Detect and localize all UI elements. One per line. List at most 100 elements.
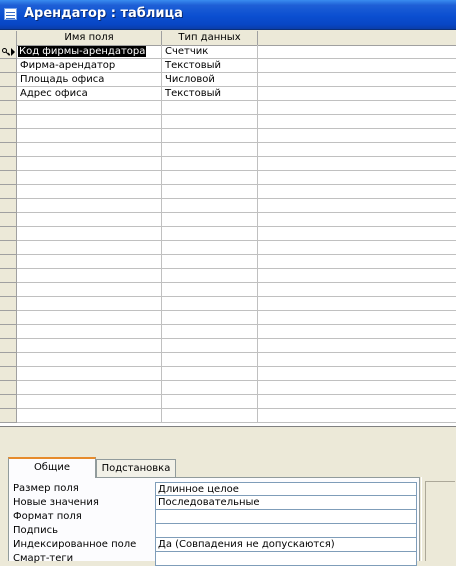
field-name-cell[interactable] bbox=[17, 129, 162, 143]
empty-field-row[interactable] bbox=[0, 157, 456, 171]
field-name-cell[interactable]: Адрес офиса bbox=[17, 87, 162, 101]
data-type-cell[interactable] bbox=[162, 339, 258, 353]
field-name-cell[interactable]: Площадь офиса bbox=[17, 73, 162, 87]
row-selector[interactable] bbox=[0, 241, 17, 255]
field-name-cell[interactable]: Фирма-арендатор bbox=[17, 59, 162, 73]
description-cell[interactable] bbox=[258, 45, 456, 59]
empty-field-row[interactable] bbox=[0, 115, 456, 129]
description-cell[interactable] bbox=[258, 339, 456, 353]
row-selector[interactable] bbox=[0, 283, 17, 297]
property-row[interactable]: Формат поля bbox=[13, 510, 427, 524]
data-type-cell[interactable] bbox=[162, 381, 258, 395]
property-row[interactable]: Индексированное поле Да (Совпадения не до… bbox=[13, 538, 427, 552]
data-type-cell[interactable] bbox=[162, 199, 258, 213]
empty-field-row[interactable] bbox=[0, 143, 456, 157]
description-cell[interactable] bbox=[258, 409, 456, 423]
property-value-field[interactable]: Длинное целое bbox=[155, 482, 417, 496]
field-name-cell[interactable] bbox=[17, 157, 162, 171]
empty-field-row[interactable] bbox=[0, 353, 456, 367]
empty-field-row[interactable] bbox=[0, 171, 456, 185]
property-row[interactable]: Подпись bbox=[13, 524, 427, 538]
tab-lookup[interactable]: Подстановка bbox=[96, 459, 176, 477]
row-selector[interactable] bbox=[0, 367, 17, 381]
row-selector[interactable] bbox=[0, 199, 17, 213]
empty-field-row[interactable] bbox=[0, 409, 456, 423]
empty-field-row[interactable] bbox=[0, 367, 456, 381]
row-selector[interactable] bbox=[0, 73, 17, 87]
description-cell[interactable] bbox=[258, 73, 456, 87]
row-selector[interactable] bbox=[0, 87, 17, 101]
row-selector[interactable] bbox=[0, 185, 17, 199]
empty-field-row[interactable] bbox=[0, 241, 456, 255]
data-type-cell[interactable] bbox=[162, 115, 258, 129]
description-cell[interactable] bbox=[258, 395, 456, 409]
description-cell[interactable] bbox=[258, 171, 456, 185]
title-bar[interactable]: Арендатор : таблица bbox=[0, 0, 456, 30]
description-cell[interactable] bbox=[258, 227, 456, 241]
data-type-cell[interactable] bbox=[162, 157, 258, 171]
field-name-cell[interactable] bbox=[17, 325, 162, 339]
field-name-cell[interactable]: Код фирмы-арендатора bbox=[17, 45, 162, 59]
empty-field-row[interactable] bbox=[0, 213, 456, 227]
row-selector[interactable] bbox=[0, 381, 17, 395]
property-value-field[interactable] bbox=[155, 510, 417, 524]
property-value-field[interactable]: Да (Совпадения не допускаются) bbox=[155, 538, 417, 552]
field-name-cell[interactable] bbox=[17, 269, 162, 283]
empty-field-row[interactable] bbox=[0, 297, 456, 311]
empty-field-row[interactable] bbox=[0, 101, 456, 115]
row-selector[interactable] bbox=[0, 325, 17, 339]
data-type-cell[interactable]: Текстовый bbox=[162, 87, 258, 101]
field-name-cell[interactable] bbox=[17, 143, 162, 157]
field-name-cell[interactable] bbox=[17, 171, 162, 185]
data-type-cell[interactable] bbox=[162, 143, 258, 157]
row-selector[interactable] bbox=[0, 115, 17, 129]
field-name-cell[interactable] bbox=[17, 241, 162, 255]
column-header-data-type[interactable]: Тип данных bbox=[162, 31, 258, 45]
data-type-cell[interactable] bbox=[162, 367, 258, 381]
row-selector[interactable] bbox=[0, 311, 17, 325]
data-type-cell[interactable]: Числовой bbox=[162, 73, 258, 87]
tab-general[interactable]: Общие bbox=[8, 457, 96, 478]
row-selector[interactable] bbox=[0, 409, 17, 423]
row-selector[interactable] bbox=[0, 143, 17, 157]
field-name-cell[interactable] bbox=[17, 297, 162, 311]
data-type-cell[interactable] bbox=[162, 269, 258, 283]
field-name-cell[interactable] bbox=[17, 339, 162, 353]
description-cell[interactable] bbox=[258, 157, 456, 171]
description-cell[interactable] bbox=[258, 101, 456, 115]
row-selector[interactable] bbox=[0, 353, 17, 367]
field-row[interactable]: Фирма-арендатор Текстовый bbox=[0, 59, 456, 73]
data-type-cell[interactable] bbox=[162, 283, 258, 297]
empty-field-row[interactable] bbox=[0, 185, 456, 199]
row-selector[interactable] bbox=[0, 157, 17, 171]
description-cell[interactable] bbox=[258, 255, 456, 269]
empty-field-row[interactable] bbox=[0, 283, 456, 297]
data-type-cell[interactable] bbox=[162, 255, 258, 269]
empty-field-row[interactable] bbox=[0, 339, 456, 353]
description-cell[interactable] bbox=[258, 367, 456, 381]
empty-field-row[interactable] bbox=[0, 129, 456, 143]
empty-field-row[interactable] bbox=[0, 311, 456, 325]
description-cell[interactable] bbox=[258, 381, 456, 395]
data-type-cell[interactable] bbox=[162, 129, 258, 143]
field-name-cell[interactable] bbox=[17, 199, 162, 213]
description-cell[interactable] bbox=[258, 87, 456, 101]
description-cell[interactable] bbox=[258, 185, 456, 199]
field-name-cell[interactable] bbox=[17, 283, 162, 297]
data-type-cell[interactable]: Текстовый bbox=[162, 59, 258, 73]
description-cell[interactable] bbox=[258, 199, 456, 213]
data-type-cell[interactable] bbox=[162, 409, 258, 423]
data-type-cell[interactable] bbox=[162, 171, 258, 185]
field-row[interactable]: Площадь офиса Числовой bbox=[0, 73, 456, 87]
select-all-corner[interactable] bbox=[0, 31, 17, 45]
field-name-cell[interactable] bbox=[17, 255, 162, 269]
description-cell[interactable] bbox=[258, 115, 456, 129]
data-type-cell[interactable] bbox=[162, 353, 258, 367]
empty-field-row[interactable] bbox=[0, 227, 456, 241]
field-name-cell[interactable] bbox=[17, 395, 162, 409]
field-row[interactable]: Адрес офиса Текстовый bbox=[0, 87, 456, 101]
property-row[interactable]: Новые значения Последовательные bbox=[13, 496, 427, 510]
data-type-cell[interactable] bbox=[162, 241, 258, 255]
table-icon[interactable] bbox=[4, 8, 17, 20]
field-name-cell[interactable] bbox=[17, 227, 162, 241]
